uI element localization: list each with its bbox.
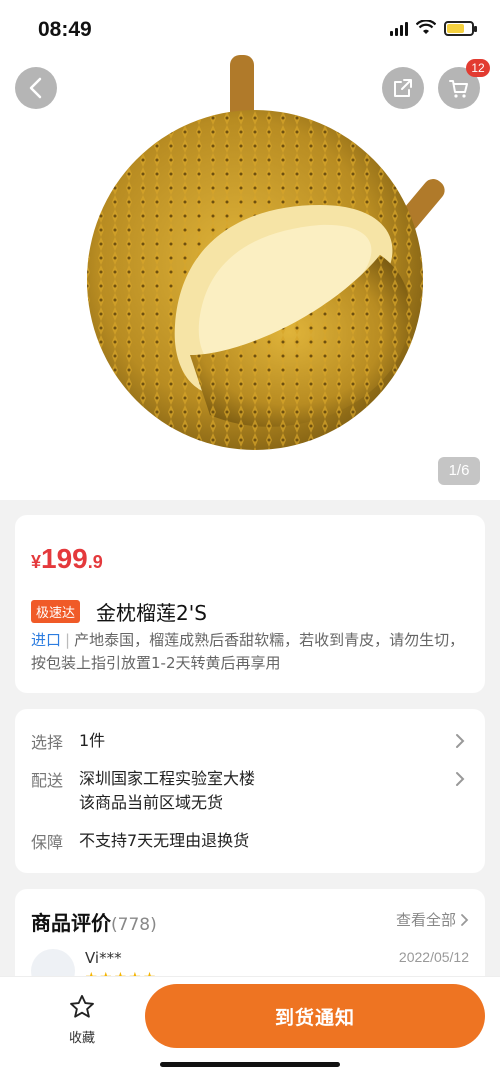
cart-button[interactable]: 12 bbox=[438, 59, 490, 109]
price-symbol: ¥ bbox=[31, 552, 42, 572]
delivery-value: 深圳国家工程实验室大楼 该商品当前区域无货 bbox=[79, 767, 255, 815]
reviewer-name: Vi*** bbox=[85, 949, 122, 967]
guarantee-label: 保障 bbox=[31, 833, 64, 852]
reviews-count: (778) bbox=[111, 915, 157, 935]
select-value: 1件 bbox=[79, 731, 106, 750]
favorite-button[interactable]: 收藏 bbox=[52, 993, 112, 1046]
view-all-reviews-link[interactable]: 查看全部 bbox=[396, 909, 469, 930]
description-text: 产地泰国，榴莲成熟后香甜软糯，若收到青皮，请勿生切，按包装上指引放置1-2天转黄… bbox=[31, 631, 465, 672]
image-page-indicator: 1/6 bbox=[438, 457, 480, 485]
product-title: 金枕榴莲2'S bbox=[96, 601, 207, 625]
delivery-status: 该商品当前区域无货 bbox=[79, 793, 224, 812]
price: ¥199.9 bbox=[31, 543, 103, 575]
battery-icon bbox=[444, 20, 477, 36]
chevron-right-icon bbox=[451, 767, 469, 791]
back-button[interactable] bbox=[15, 67, 57, 109]
options-card: 选择 1件 配送 深圳国家工程实验室大楼 该商品当前区域无货 保障 不支持7天无… bbox=[15, 709, 485, 873]
guarantee-row: 保障 不支持7天无理由退换货 bbox=[31, 829, 469, 853]
product-info-card: ¥199.9 极速达 金枕榴莲2'S 进口 | 产地泰国，榴莲成熟后香甜软糯，若收到… bbox=[15, 515, 485, 693]
delivery-address: 深圳国家工程实验室大楼 bbox=[79, 769, 256, 788]
status-time: 08:49 bbox=[38, 18, 92, 41]
bottom-action-bar: 收藏 到货通知 bbox=[0, 976, 500, 1068]
select-row[interactable]: 选择 1件 bbox=[31, 729, 469, 753]
status-bar: 08:49 bbox=[0, 0, 500, 60]
favorite-label: 收藏 bbox=[68, 1031, 95, 1046]
guarantee-value: 不支持7天无理由退换货 bbox=[79, 831, 250, 850]
review-date: 2022/05/12 bbox=[398, 949, 469, 965]
reviews-title-text: 商品评价 bbox=[31, 911, 111, 935]
star-icon bbox=[70, 994, 94, 1018]
cart-count-badge: 12 bbox=[466, 59, 490, 77]
durian-image bbox=[87, 55, 445, 450]
import-label: 进口 bbox=[31, 631, 62, 649]
separator: | bbox=[65, 631, 71, 649]
product-description: 进口 | 产地泰国，榴莲成熟后香甜软糯，若收到青皮，请勿生切，按包装上指引放置1-2… bbox=[31, 629, 471, 675]
share-button[interactable] bbox=[382, 67, 424, 109]
price-integer: 199 bbox=[41, 543, 88, 574]
status-icons bbox=[390, 20, 477, 36]
price-decimal: .9 bbox=[87, 552, 103, 572]
reviews-title: 商品评价(778) bbox=[31, 907, 157, 936]
share-icon bbox=[394, 79, 412, 97]
home-indicator bbox=[160, 1062, 340, 1067]
delivery-label: 配送 bbox=[31, 771, 64, 790]
express-tag: 极速达 bbox=[31, 600, 81, 623]
chevron-left-icon bbox=[29, 77, 42, 99]
wifi-icon bbox=[416, 20, 436, 34]
signal-icon bbox=[390, 20, 408, 36]
chevron-right-icon bbox=[451, 729, 469, 753]
product-gallery[interactable]: 12 1/6 bbox=[0, 0, 500, 500]
select-label: 选择 bbox=[31, 733, 64, 752]
title-row: 极速达 金枕榴莲2'S bbox=[31, 597, 207, 626]
delivery-row[interactable]: 配送 深圳国家工程实验室大楼 该商品当前区域无货 bbox=[31, 767, 469, 815]
arrival-notify-button[interactable]: 到货通知 bbox=[145, 984, 485, 1048]
chevron-right-icon bbox=[461, 913, 469, 926]
view-all-label: 查看全部 bbox=[395, 911, 456, 929]
cart-icon bbox=[449, 80, 468, 98]
